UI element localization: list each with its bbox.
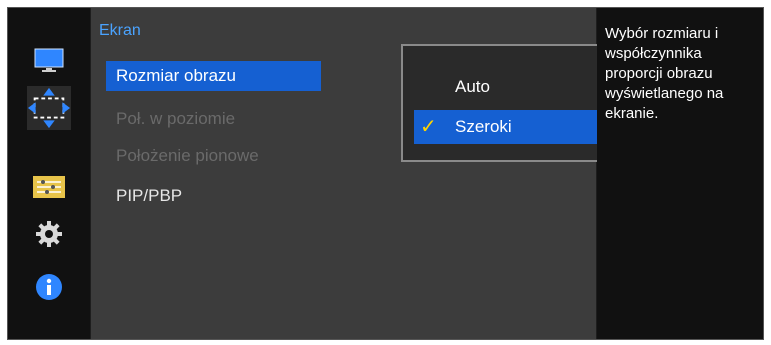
icon-sidebar xyxy=(8,8,90,339)
osd-menu: Ekran Rozmiar obrazu Poł. w poziomie Poł… xyxy=(7,7,764,340)
settings-list-icon xyxy=(33,176,65,198)
sidebar-item-screen[interactable] xyxy=(27,86,71,130)
info-icon xyxy=(36,274,62,300)
check-icon: ✓ xyxy=(420,116,437,138)
menu-panel: Ekran Rozmiar obrazu Poł. w poziomie Poł… xyxy=(91,8,663,339)
sidebar-item-system[interactable] xyxy=(27,215,71,253)
sidebar-item-picture[interactable] xyxy=(27,42,71,80)
menu-item-v-position[interactable]: Położenie pionowe xyxy=(106,141,321,171)
gear-icon xyxy=(36,221,62,247)
description-text: Wybór rozmiaru i współczynnika proporcji… xyxy=(605,25,724,122)
sidebar-item-adjust[interactable] xyxy=(27,168,71,206)
description-panel: Wybór rozmiaru i współczynnika proporcji… xyxy=(597,8,763,339)
menu-title: Ekran xyxy=(99,22,141,39)
sidebar-item-info[interactable] xyxy=(27,268,71,306)
menu-item-pip-pbp[interactable]: PIP/PBP xyxy=(106,181,586,211)
menu-item-h-position[interactable]: Poł. w poziomie xyxy=(106,104,321,134)
menu-item-picture-size[interactable]: Rozmiar obrazu xyxy=(106,61,321,91)
option-label: Szeroki xyxy=(455,117,512,136)
monitor-icon xyxy=(34,48,64,72)
picture-size-icon xyxy=(27,87,71,129)
option-label: Auto xyxy=(455,77,490,96)
